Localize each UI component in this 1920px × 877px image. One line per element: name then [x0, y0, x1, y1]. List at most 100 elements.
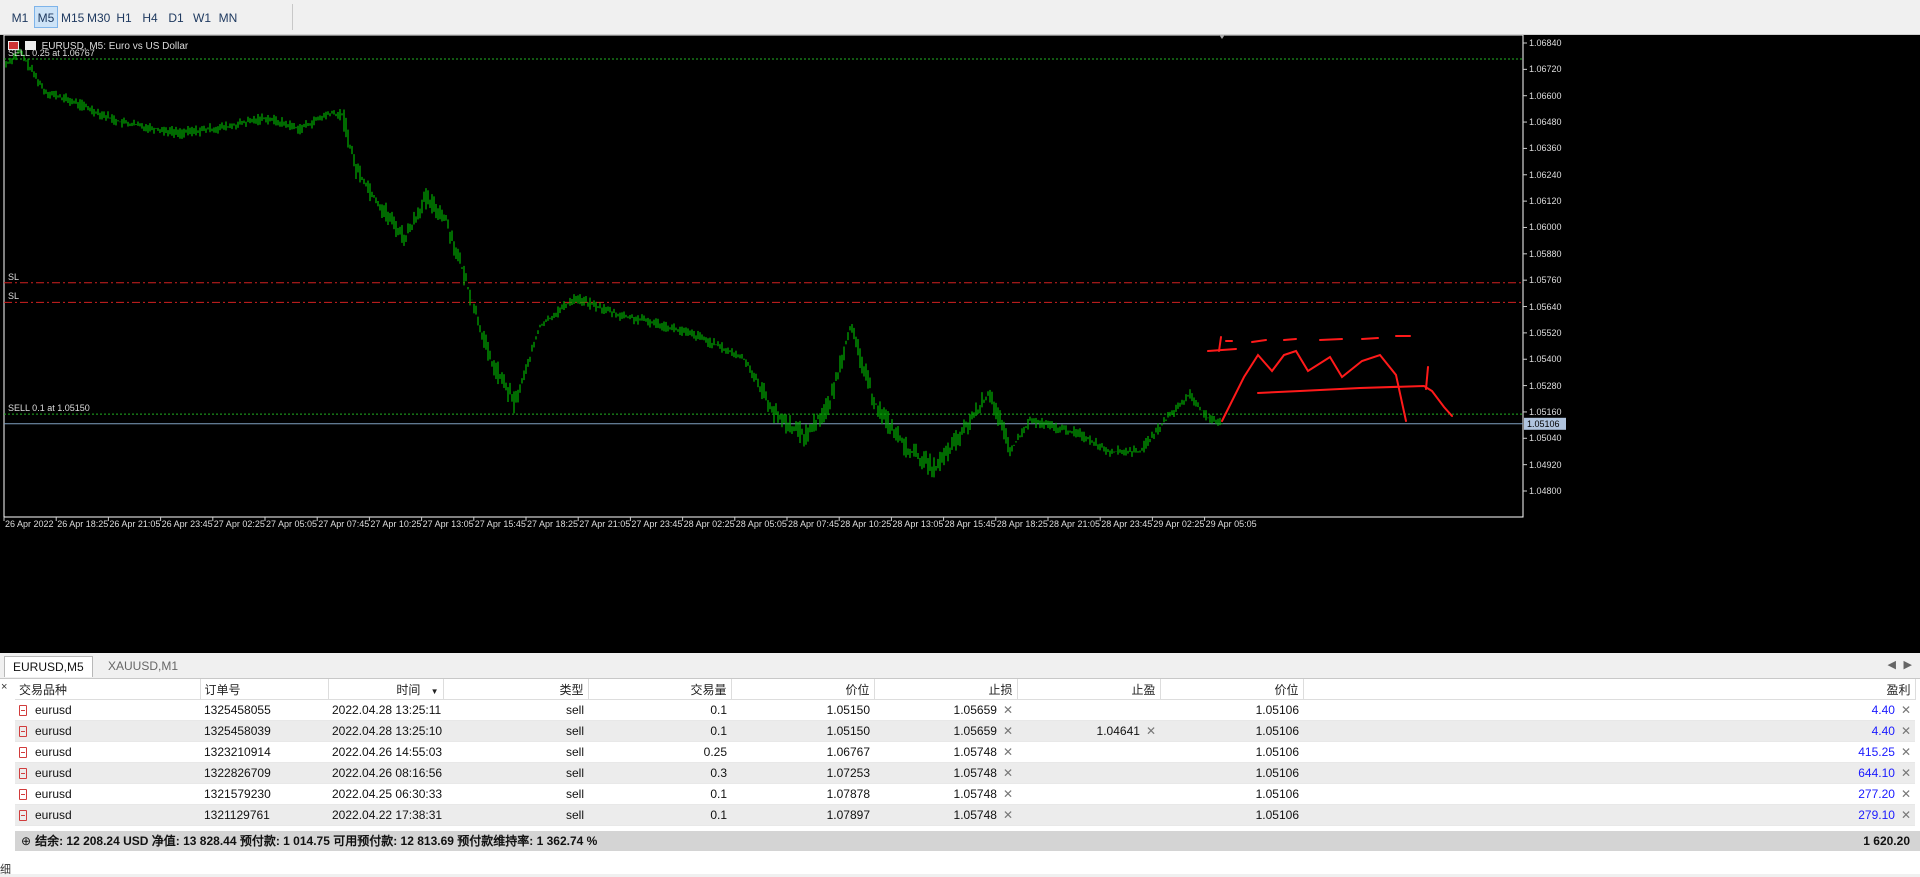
column-header-label: 类型: [559, 682, 584, 697]
column-header[interactable]: 订单号: [200, 679, 329, 700]
cell-type-value: sell: [565, 787, 584, 801]
table-row[interactable]: eurusd 1322826709 2022.04.26 08:16:56 sell 0…: [15, 762, 1915, 784]
time-axis-label: 28 Apr 15:45: [944, 519, 996, 529]
tab-eurusd-m5[interactable]: EURUSD,M5: [4, 656, 93, 677]
column-header[interactable]: 盈利: [1303, 679, 1916, 700]
cell-profit: 4.40 ✕: [1303, 720, 1915, 742]
column-header[interactable]: 交易品种: [15, 679, 201, 700]
order-line-label: SELL 0.25 at 1.06767: [8, 48, 95, 59]
current-price-label: 1.05106: [1527, 418, 1560, 429]
table-row[interactable]: eurusd 1323210914 2022.04.26 14:55:03 sell 0…: [15, 741, 1915, 763]
chart-tabs: EURUSD,M5 XAUUSD,M1 ◀ ▶: [0, 654, 1920, 679]
cell-time-value: 2022.04.25 06:30:33: [332, 787, 443, 801]
time-axis-label: 27 Apr 10:25: [370, 519, 422, 529]
remove-sl-icon[interactable]: ✕: [1003, 724, 1013, 738]
close-position-icon[interactable]: ✕: [1901, 724, 1911, 738]
remove-sl-icon[interactable]: ✕: [1003, 745, 1013, 759]
cell-sl: 1.05748 ✕: [874, 804, 1017, 826]
remove-sl-icon[interactable]: ✕: [1003, 808, 1013, 822]
timeframe-h1-button[interactable]: H1: [112, 6, 136, 28]
close-position-icon[interactable]: ✕: [1901, 808, 1911, 822]
cell-type-value: sell: [565, 703, 584, 717]
cell-symbol-value: eurusd: [35, 766, 72, 780]
price-chart[interactable]: EURUSD, M5: Euro vs US Dollar 1.06840 1.0…: [0, 35, 1920, 653]
close-icon[interactable]: ×: [1, 681, 7, 693]
remove-sl-icon[interactable]: ✕: [1003, 766, 1013, 780]
order-icon: [19, 768, 27, 779]
price-axis-label: 1.05640: [1529, 301, 1562, 312]
price-axis-label: 1.05760: [1529, 275, 1562, 286]
cell-time: 2022.04.26 08:16:56: [328, 762, 443, 784]
cell-tp: [1017, 741, 1160, 763]
cell-time-value: 2022.04.26 14:55:03: [332, 745, 443, 759]
column-header[interactable]: 交易量: [588, 679, 732, 700]
close-position-icon[interactable]: ✕: [1901, 766, 1911, 780]
timeframe-m30-button[interactable]: M30: [86, 6, 110, 28]
column-header[interactable]: 止损: [874, 679, 1018, 700]
cell-volume: 0.25: [588, 741, 731, 763]
cell-time-value: 2022.04.22 17:38:31: [332, 808, 443, 822]
timeframe-m5-button[interactable]: M5: [34, 6, 58, 28]
cell-ticket: 1321129761: [200, 804, 328, 826]
timeframe-toolbar: M1 M5 M15 M30 H1 H4 D1 W1 MN: [0, 0, 1920, 35]
table-row[interactable]: eurusd 1325458055 2022.04.28 13:25:11 sell 0…: [15, 699, 1915, 721]
close-position-icon[interactable]: ✕: [1901, 703, 1911, 717]
table-row[interactable]: eurusd 1321579230 2022.04.25 06:30:33 sell 0…: [15, 783, 1915, 805]
column-header[interactable]: 价位: [1160, 679, 1304, 700]
tab-scroll-right-icon[interactable]: ▶: [1904, 658, 1912, 671]
timeframe-d1-button[interactable]: D1: [164, 6, 188, 28]
timeframe-m15-button[interactable]: M15: [60, 6, 84, 28]
remove-sl-icon[interactable]: ✕: [1003, 787, 1013, 801]
cell-ticket-value: 1321129761: [204, 808, 270, 822]
time-axis-label: 27 Apr 02:25: [213, 519, 265, 529]
price-axis-label: 1.06840: [1529, 38, 1562, 48]
time-axis-label: 27 Apr 15:45: [474, 519, 526, 529]
time-axis-label: 27 Apr 13:05: [422, 519, 474, 529]
cell-time: 2022.04.26 14:55:03: [328, 741, 443, 763]
tab-scroll-left-icon[interactable]: ◀: [1888, 658, 1896, 671]
column-header-label: 盈利: [1886, 682, 1911, 697]
sort-desc-icon[interactable]: ▼: [428, 687, 439, 696]
cell-symbol: eurusd: [15, 783, 200, 805]
timeframe-w1-button[interactable]: W1: [190, 6, 214, 28]
time-axis-label: 28 Apr 18:25: [996, 519, 1048, 529]
annotation-stroke: [1257, 384, 1453, 417]
cell-volume: 0.3: [588, 762, 731, 784]
cell-profit: 277.20 ✕: [1303, 783, 1915, 805]
cell-price-value: 1.05106: [1255, 766, 1299, 780]
cell-sl-value: 1.05659: [953, 724, 997, 738]
remove-sl-icon[interactable]: ✕: [1003, 703, 1013, 717]
cell-sl-value: 1.05748: [953, 787, 997, 801]
expand-icon[interactable]: ⊕: [21, 834, 31, 848]
timeframe-mn-button[interactable]: MN: [216, 6, 240, 28]
timeframe-h4-button[interactable]: H4: [138, 6, 162, 28]
cell-symbol-value: eurusd: [35, 724, 72, 738]
cell-type: sell: [443, 741, 588, 763]
cell-tp: [1017, 783, 1160, 805]
account-summary: ⊕ 结余: 12 208.24 USD 净值: 13 828.44 预付款: 1 …: [21, 831, 597, 851]
price-axis-label: 1.06480: [1529, 117, 1562, 128]
remove-tp-icon[interactable]: ✕: [1146, 724, 1156, 738]
column-header[interactable]: 止盈: [1017, 679, 1161, 700]
annotation-stroke: [1283, 338, 1297, 341]
column-header[interactable]: 价位: [731, 679, 875, 700]
price-axis-label: 1.05280: [1529, 380, 1562, 391]
table-row[interactable]: eurusd 1325458039 2022.04.28 13:25:10 sell 0…: [15, 720, 1915, 742]
close-position-icon[interactable]: ✕: [1901, 787, 1911, 801]
cell-tp: [1017, 804, 1160, 826]
cell-open: 1.06767: [731, 741, 874, 763]
toolbox-side-label: 细: [0, 864, 11, 876]
column-header[interactable]: 类型: [443, 679, 589, 700]
cell-price-value: 1.05106: [1255, 724, 1299, 738]
table-row[interactable]: eurusd 1321129761 2022.04.22 17:38:31 sell 0…: [15, 804, 1915, 826]
column-header[interactable]: 时间 ▼: [328, 679, 444, 700]
price-axis-label: 1.05160: [1529, 406, 1562, 417]
column-header-label: 交易品种: [19, 682, 68, 697]
timeframe-m1-button[interactable]: M1: [8, 6, 32, 28]
cell-open-value: 1.07897: [826, 808, 870, 822]
tab-xauusd-m1[interactable]: XAUUSD,M1: [100, 656, 186, 676]
cell-ticket: 1325458039: [200, 720, 328, 742]
column-header-label: 订单号: [204, 682, 241, 697]
price-axis-label: 1.04920: [1529, 459, 1562, 470]
close-position-icon[interactable]: ✕: [1901, 745, 1911, 759]
